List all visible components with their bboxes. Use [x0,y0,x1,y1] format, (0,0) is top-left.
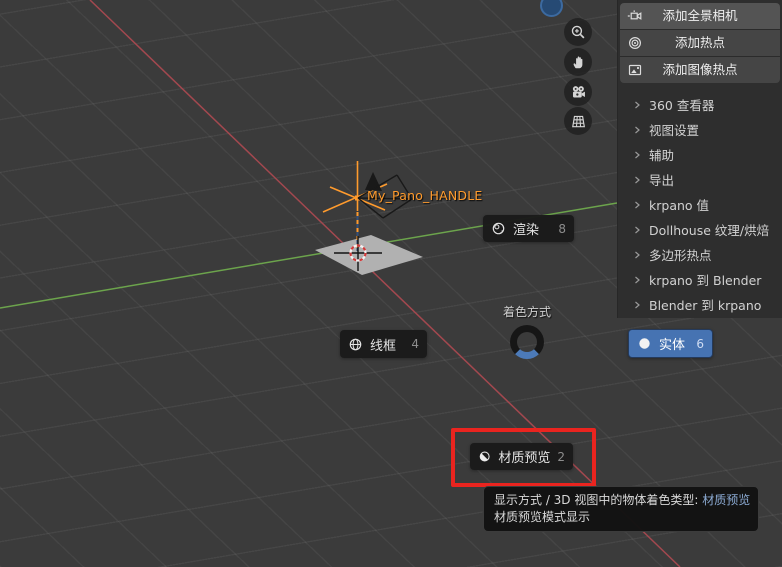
add-image-hotspot-label: 添加图像热点 [662,62,738,77]
sidebar-sections: 360 查看器 视图设置 辅助 导出 krpano 值 Dollhouse 纹理… [618,92,782,317]
pie-item-solid-selected[interactable]: 实体 6 [628,329,713,358]
pie-item-label: 线框 [370,338,397,354]
section-polygon-hotspot[interactable]: 多边形热点 [618,242,782,267]
section-label: krpano 值 [649,198,710,213]
krpano-sidebar-panel: 添加全景相机 添加热点 添加图像热点 360 查看器 视图设置 辅助 导出 kr… [617,0,782,318]
sidebar-button-group: 添加全景相机 添加热点 添加图像热点 [620,3,780,83]
chevron-right-icon [635,151,640,158]
camera-view-icon [572,86,585,98]
tooltip-line2: 材质预览模式显示 [494,509,591,524]
section-krpano-to-blender[interactable]: krpano 到 Blender [618,267,782,292]
zoom-button[interactable] [564,18,592,46]
tooltip-line1: 显示方式 / 3D 视图中的物体着色类型: 材质预览 [494,493,751,507]
section-label: 辅助 [649,148,675,163]
pan-button[interactable] [564,48,592,76]
pie-item-shortcut: 8 [558,221,566,236]
zoom-icon [571,25,585,39]
rendered-shading-icon [492,222,505,235]
chevron-right-icon [635,226,640,233]
section-dollhouse-texture-bake[interactable]: Dollhouse 纹理/烘焙 [618,217,782,242]
add-hotspot-button[interactable]: 添加热点 [620,29,780,56]
section-label: 多边形热点 [649,248,712,263]
section-krpano-values[interactable]: krpano 值 [618,192,782,217]
section-label: 视图设置 [649,123,700,138]
pan-hand-icon [573,56,583,69]
section-label: Blender 到 krpano [649,298,762,313]
wireframe-shading-icon [349,338,362,350]
tooltip: 显示方式 / 3D 视图中的物体着色类型: 材质预览 材质预览模式显示 [483,486,759,532]
annotation-highlight-box [451,428,596,487]
image-hotspot-icon [628,64,642,76]
hotspot-icon [628,36,642,50]
solid-shading-icon [639,338,650,349]
pie-item-rendered[interactable]: 渲染 8 [483,215,574,242]
chevron-right-icon [635,276,640,283]
chevron-right-icon [635,301,640,308]
section-view-settings[interactable]: 视图设置 [618,117,782,142]
chevron-right-icon [635,101,640,108]
section-label: 360 查看器 [649,98,715,113]
pie-item-shortcut: 4 [411,337,419,351]
add-hotspot-label: 添加热点 [674,35,725,50]
pie-item-label: 渲染 [513,223,540,238]
blender-3d-viewport: My_Pano_HANDLE 添加全景相机 添加热点 添加图像热点 360 查看… [0,0,782,567]
pie-menu-direction-ring [510,325,544,359]
chevron-right-icon [635,201,640,208]
ortho-toggle-button[interactable] [564,107,592,135]
chevron-right-icon [635,176,640,183]
chevron-right-icon [635,251,640,258]
section-export[interactable]: 导出 [618,167,782,192]
add-panorama-camera-button[interactable]: 添加全景相机 [620,3,780,29]
chevron-right-icon [635,126,640,133]
pie-menu-title: 着色方式 [502,305,551,319]
add-panorama-camera-label: 添加全景相机 [662,8,738,23]
tooltip-value: 材质预览 [702,493,751,507]
pie-item-shortcut: 6 [696,336,704,351]
pie-item-label: 实体 [659,338,686,353]
ortho-grid-icon [572,115,585,128]
section-label: 导出 [649,173,675,188]
section-label: krpano 到 Blender [649,273,762,288]
section-360-viewer[interactable]: 360 查看器 [618,92,782,117]
ground-plane-object[interactable] [315,235,423,275]
section-assist[interactable]: 辅助 [618,142,782,167]
camera-view-button[interactable] [564,78,592,106]
panorama-camera-icon [627,10,642,20]
add-image-hotspot-button[interactable]: 添加图像热点 [620,56,780,83]
object-name-label: My_Pano_HANDLE [367,188,483,203]
section-label: Dollhouse 纹理/烘焙 [649,223,770,238]
pie-item-wireframe[interactable]: 线框 4 [340,330,427,358]
section-blender-to-krpano[interactable]: Blender 到 krpano [618,292,782,317]
